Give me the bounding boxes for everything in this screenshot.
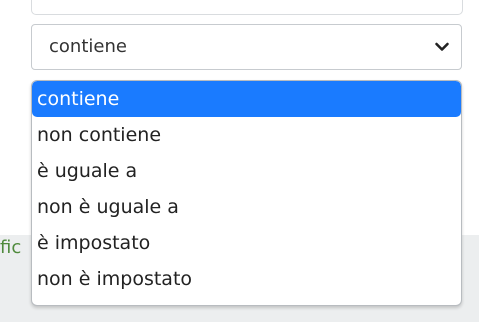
option-e-impostato[interactable]: è impostato [32, 225, 461, 261]
condition-select[interactable]: contiene [31, 24, 462, 70]
condition-options-list: contiene non contiene è uguale a non è u… [31, 80, 462, 306]
chevron-down-icon [435, 42, 449, 51]
option-e-uguale-a[interactable]: è uguale a [32, 153, 461, 189]
condition-select-value: contiene [49, 36, 127, 57]
option-non-contiene[interactable]: non contiene [32, 117, 461, 153]
option-non-e-impostato[interactable]: non è impostato [32, 261, 461, 297]
option-non-e-uguale-a[interactable]: non è uguale a [32, 189, 461, 225]
option-contiene[interactable]: contiene [32, 81, 461, 117]
filter-value-field[interactable] [31, 0, 463, 15]
background-link-text[interactable]: fic [0, 237, 26, 259]
